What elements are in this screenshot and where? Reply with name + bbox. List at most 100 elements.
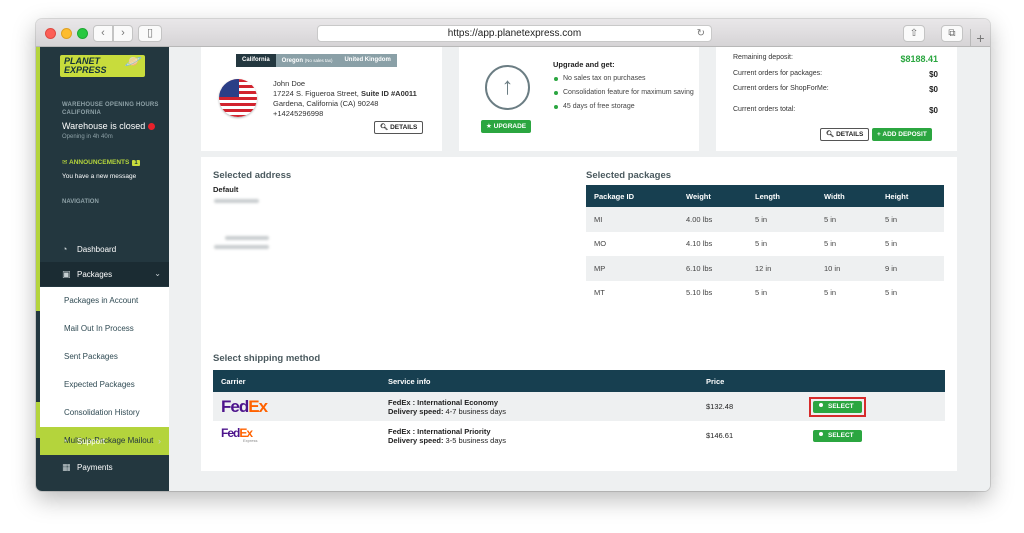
submenu-item-mail-out-in-process[interactable]: Mail Out In Process bbox=[40, 315, 169, 343]
sidebar-item-payments[interactable]: ▦ Payments bbox=[40, 455, 169, 479]
package-id-cell: MP bbox=[586, 256, 678, 281]
arrow-up-icon: ↑ bbox=[485, 65, 530, 110]
price-cell: $146.61 bbox=[706, 431, 734, 440]
column-header: Weight bbox=[678, 185, 747, 207]
delivery-speed: 3-5 business days bbox=[445, 435, 506, 445]
weight-cell: 6.10 lbs bbox=[678, 256, 747, 281]
warehouse-tabs: California Oregon (No sales tax) United … bbox=[236, 54, 397, 67]
select-international-economy-button[interactable]: SELECT bbox=[813, 400, 862, 413]
sidebar-item-dashboard[interactable]: ◔ Dashboard bbox=[40, 237, 169, 261]
close-window-button[interactable] bbox=[45, 28, 56, 39]
sidebar-item-label: Packages bbox=[77, 270, 113, 279]
table-row[interactable]: FedEx FedEx : International Economy Deli… bbox=[213, 392, 945, 421]
announcements-count-badge: 1 bbox=[132, 160, 140, 166]
address-street: 17224 S. Figueroa Street, bbox=[273, 89, 359, 98]
star-icon: ★ bbox=[486, 123, 494, 130]
warehouse-address-card: California Oregon (No sales tax) United … bbox=[201, 47, 442, 151]
package-id-cell: MT bbox=[594, 288, 605, 298]
select-international-priority-button[interactable]: SELECT bbox=[813, 429, 862, 442]
add-deposit-button[interactable]: + ADD DEPOSIT bbox=[872, 128, 932, 141]
upgrade-button[interactable]: ★ UPGRADE bbox=[481, 120, 532, 133]
package-id-cell: MI bbox=[586, 207, 678, 232]
service-name: FedEx : International Priority bbox=[388, 426, 491, 436]
column-header: Width bbox=[816, 185, 877, 207]
forward-icon[interactable]: › bbox=[113, 25, 133, 42]
remaining-deposit-value: $8188.41 bbox=[900, 54, 938, 64]
flag-canton bbox=[219, 79, 239, 97]
length-cell: 5 in bbox=[747, 207, 816, 232]
sidebar: PLANET EXPRESS 🪐 WAREHOUSE OPENING HOURS… bbox=[36, 47, 169, 491]
browser-window: ‹ › ▯ https://app.planetexpress.com ↻ ⇧ … bbox=[36, 19, 990, 491]
new-message-notice[interactable]: You have a new message bbox=[62, 173, 136, 180]
column-header: Length bbox=[747, 185, 816, 207]
submenu-item-expected-packages[interactable]: Expected Packages bbox=[40, 371, 169, 399]
sidebar-toggle-icon[interactable]: ▯ bbox=[138, 25, 162, 42]
fedex-logo-fed: Fed bbox=[221, 426, 240, 440]
orders-total-label: Current orders total: bbox=[733, 106, 796, 113]
back-icon[interactable]: ‹ bbox=[93, 25, 113, 42]
benefit-item: Consolidation feature for maximum saving bbox=[553, 88, 695, 98]
magnifier-icon: 🔍︎ bbox=[380, 124, 391, 131]
shipping-methods-table: Carrier Service info Price FedEx FedEx :… bbox=[213, 370, 945, 450]
payments-icon: ▦ bbox=[62, 462, 71, 472]
planet-icon: 🪐 bbox=[124, 53, 142, 69]
select-wrapper: SELECT bbox=[809, 426, 866, 446]
planet-express-logo[interactable]: PLANET EXPRESS 🪐 bbox=[60, 53, 145, 77]
closed-status-dot-icon bbox=[148, 123, 156, 131]
tabs-overview-icon[interactable]: ⧉ bbox=[941, 25, 963, 42]
url-text: https://app.planetexpress.com bbox=[447, 28, 582, 39]
sidebar-item-label: Support bbox=[77, 437, 106, 446]
sidebar-item-support[interactable]: ◔ Support › bbox=[40, 429, 169, 453]
address-suite: Suite ID #A0011 bbox=[360, 89, 417, 98]
deposit-card: Remaining deposit: $8188.41 Current orde… bbox=[716, 47, 957, 151]
share-icon[interactable]: ⇧ bbox=[903, 25, 925, 42]
address-details-button[interactable]: 🔍︎ DETAILS bbox=[374, 121, 424, 134]
address-city: Gardena, California (CA) 90248 bbox=[273, 99, 379, 108]
column-header: Package ID bbox=[586, 185, 678, 207]
weight-cell: 4.10 lbs bbox=[686, 239, 713, 249]
orders-shopforme-label: Current orders for ShopForMe: bbox=[733, 85, 829, 92]
table-row: MO 4.10 lbs 5 in 5 in 5 in bbox=[586, 232, 944, 257]
submenu-item-consolidation-history[interactable]: Consolidation History bbox=[40, 399, 169, 427]
tab-oregon-note: (No sales tax) bbox=[304, 58, 333, 63]
benefit-item: 45 days of free storage bbox=[553, 102, 695, 112]
service-name: FedEx : International Economy bbox=[388, 397, 499, 407]
fedex-express-logo: FedEx Express bbox=[221, 426, 380, 443]
maximize-window-button[interactable] bbox=[77, 28, 88, 39]
column-header: Height bbox=[877, 185, 944, 207]
logo-text: PLANET EXPRESS bbox=[64, 56, 107, 75]
speed-label: Delivery speed: bbox=[388, 406, 444, 416]
mailout-summary-card: Selected address Default Selected packag… bbox=[201, 157, 957, 471]
tab-oregon[interactable]: Oregon (No sales tax) bbox=[275, 54, 339, 67]
selected-address-title: Selected address bbox=[213, 170, 292, 181]
default-address-label: Default bbox=[213, 185, 239, 194]
address-bar[interactable]: https://app.planetexpress.com ↻ bbox=[317, 25, 712, 42]
reload-icon[interactable]: ↻ bbox=[697, 26, 705, 41]
upgrade-title: Upgrade and get: bbox=[553, 60, 615, 69]
minimize-window-button[interactable] bbox=[61, 28, 72, 39]
tab-united-kingdom[interactable]: United Kingdom bbox=[338, 54, 397, 67]
packages-submenu: Packages in Account Mail Out In Process … bbox=[40, 287, 169, 455]
announcements-link[interactable]: ✉ ANNOUNCEMENTS 1 bbox=[62, 158, 140, 166]
redacted-address-line bbox=[225, 236, 269, 240]
submenu-item-packages-in-account[interactable]: Packages in Account bbox=[40, 287, 169, 315]
redacted-address-line bbox=[214, 199, 259, 203]
orders-packages-row: Current orders for packages: $0 bbox=[733, 70, 938, 79]
orders-shopforme-value: $0 bbox=[929, 85, 938, 94]
carrier-cell: FedEx Express bbox=[213, 421, 380, 450]
select-cell: SELECT bbox=[801, 392, 945, 421]
browser-titlebar: ‹ › ▯ https://app.planetexpress.com ↻ ⇧ … bbox=[36, 19, 990, 47]
remaining-deposit-row: Remaining deposit: $8188.41 bbox=[733, 54, 938, 64]
service-info-cell: FedEx : International Priority Delivery … bbox=[380, 421, 698, 450]
new-tab-icon[interactable]: + bbox=[970, 29, 990, 47]
chevron-down-icon: ⌄ bbox=[154, 269, 161, 278]
navigation-heading: NAVIGATION bbox=[62, 199, 99, 205]
table-row: MI 4.00 lbs 5 in 5 in 5 in bbox=[586, 207, 944, 232]
submenu-item-sent-packages[interactable]: Sent Packages bbox=[40, 343, 169, 371]
tab-california[interactable]: California bbox=[236, 54, 276, 67]
sidebar-item-packages[interactable]: ▣ Packages ⌄ bbox=[40, 262, 169, 286]
table-row: MP 6.10 lbs 12 in 10 in 9 in bbox=[586, 256, 944, 281]
deposit-details-button[interactable]: 🔍︎ DETAILS bbox=[820, 128, 870, 141]
warehouse-address: John Doe 17224 S. Figueroa Street, Suite… bbox=[273, 79, 417, 119]
table-row[interactable]: FedEx Express FedEx : International Prior… bbox=[213, 421, 945, 450]
